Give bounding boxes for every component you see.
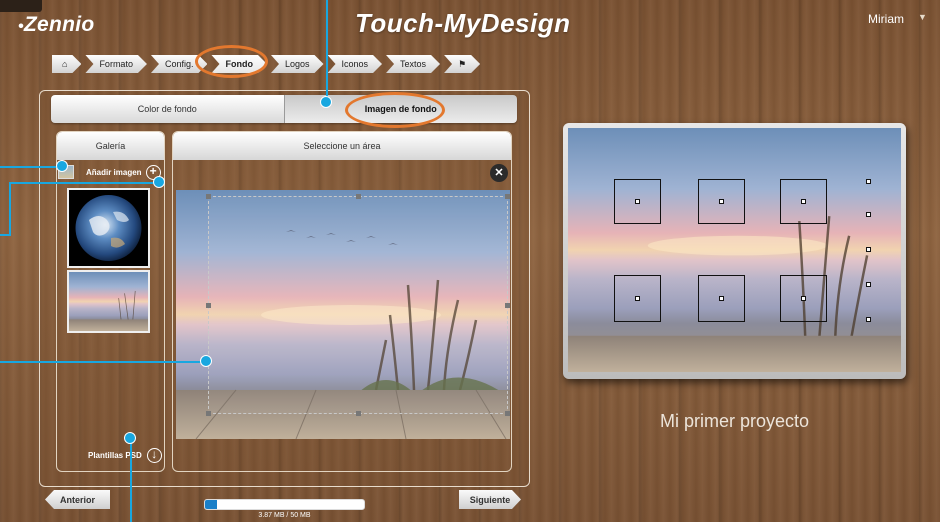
- annotation-line: [9, 183, 11, 236]
- gallery-thumbnail-lake[interactable]: [67, 270, 150, 333]
- preview-button-slot: [614, 179, 661, 224]
- crop-handle[interactable]: [505, 303, 510, 308]
- flag-icon: ⚑: [458, 59, 467, 69]
- step-iconos[interactable]: Iconos: [328, 55, 383, 73]
- preview-indicator: [866, 179, 871, 184]
- psd-templates-button[interactable]: Plantillas PSD ↓: [88, 448, 162, 463]
- step-formato[interactable]: Formato: [85, 55, 147, 73]
- preview-button-slot: [698, 179, 745, 224]
- app-title: Touch-MyDesign: [355, 8, 571, 38]
- annotation-line: [9, 182, 159, 184]
- annotation-marker: [56, 160, 68, 172]
- step-finish[interactable]: ⚑: [444, 55, 480, 73]
- chevron-down-icon[interactable]: ▼: [918, 12, 927, 22]
- project-name: Mi primer proyecto: [659, 411, 810, 431]
- crop-handle[interactable]: [356, 194, 361, 199]
- psd-templates-label: Plantillas PSD: [88, 451, 142, 460]
- annotation-line: [0, 166, 62, 168]
- background-type-toggle: Color de fondo Imagen de fondo: [51, 95, 517, 123]
- preview-indicator: [866, 317, 871, 322]
- home-icon: ⌂: [62, 59, 68, 69]
- preview-button-slot: [614, 275, 661, 322]
- crop-handle[interactable]: [206, 411, 211, 416]
- gallery-title: Galería: [57, 132, 164, 160]
- top-left-tab: [0, 0, 42, 12]
- close-icon[interactable]: ✕: [490, 164, 508, 182]
- annotation-marker: [153, 176, 165, 188]
- next-button[interactable]: Siguiente: [459, 490, 521, 509]
- previous-button[interactable]: Anterior: [45, 490, 110, 509]
- crop-selection-box[interactable]: [206, 194, 510, 416]
- preview-button-slot: [780, 179, 827, 224]
- add-image-button[interactable]: Añadir imagen +: [58, 164, 168, 180]
- crop-handle[interactable]: [505, 194, 510, 199]
- annotation-marker: [200, 355, 212, 367]
- annotation-line: [326, 0, 328, 98]
- highlight-oval-image-tab: [345, 92, 445, 128]
- area-selector-title: Seleccione un área: [173, 132, 511, 160]
- crop-handle[interactable]: [206, 194, 211, 199]
- gallery-thumbnail-earth[interactable]: [67, 188, 150, 268]
- add-image-label: Añadir imagen: [86, 167, 142, 177]
- preview-indicator: [866, 247, 871, 252]
- preview-indicator: [866, 212, 871, 217]
- crop-handle[interactable]: [206, 303, 211, 308]
- preview-button-slot: [780, 275, 827, 322]
- breadcrumb: ⌂ Formato Config. Fondo Logos Iconos Tex…: [52, 54, 484, 74]
- storage-usage-text: 3.87 MB / 50 MB: [258, 512, 311, 519]
- device-preview-screen: [568, 128, 901, 372]
- color-background-tab[interactable]: Color de fondo: [51, 95, 284, 123]
- preview-button-slot: [698, 275, 745, 322]
- crop-handle[interactable]: [505, 411, 510, 416]
- crop-handle[interactable]: [356, 411, 361, 416]
- annotation-marker: [124, 432, 136, 444]
- logo: •Zennio: [18, 13, 95, 36]
- home-step[interactable]: ⌂: [52, 55, 81, 73]
- storage-usage-fill: [205, 500, 218, 509]
- preview-indicator: [866, 282, 871, 287]
- step-logos[interactable]: Logos: [271, 55, 324, 73]
- annotation-line: [0, 361, 206, 363]
- highlight-oval-fondo: [195, 45, 268, 78]
- annotation-marker: [320, 96, 332, 108]
- storage-usage-bar: [204, 499, 365, 510]
- annotation-line: [130, 440, 132, 522]
- download-circle-icon[interactable]: ↓: [146, 448, 162, 463]
- user-menu[interactable]: Miriam: [868, 12, 904, 26]
- step-textos[interactable]: Textos: [386, 55, 440, 73]
